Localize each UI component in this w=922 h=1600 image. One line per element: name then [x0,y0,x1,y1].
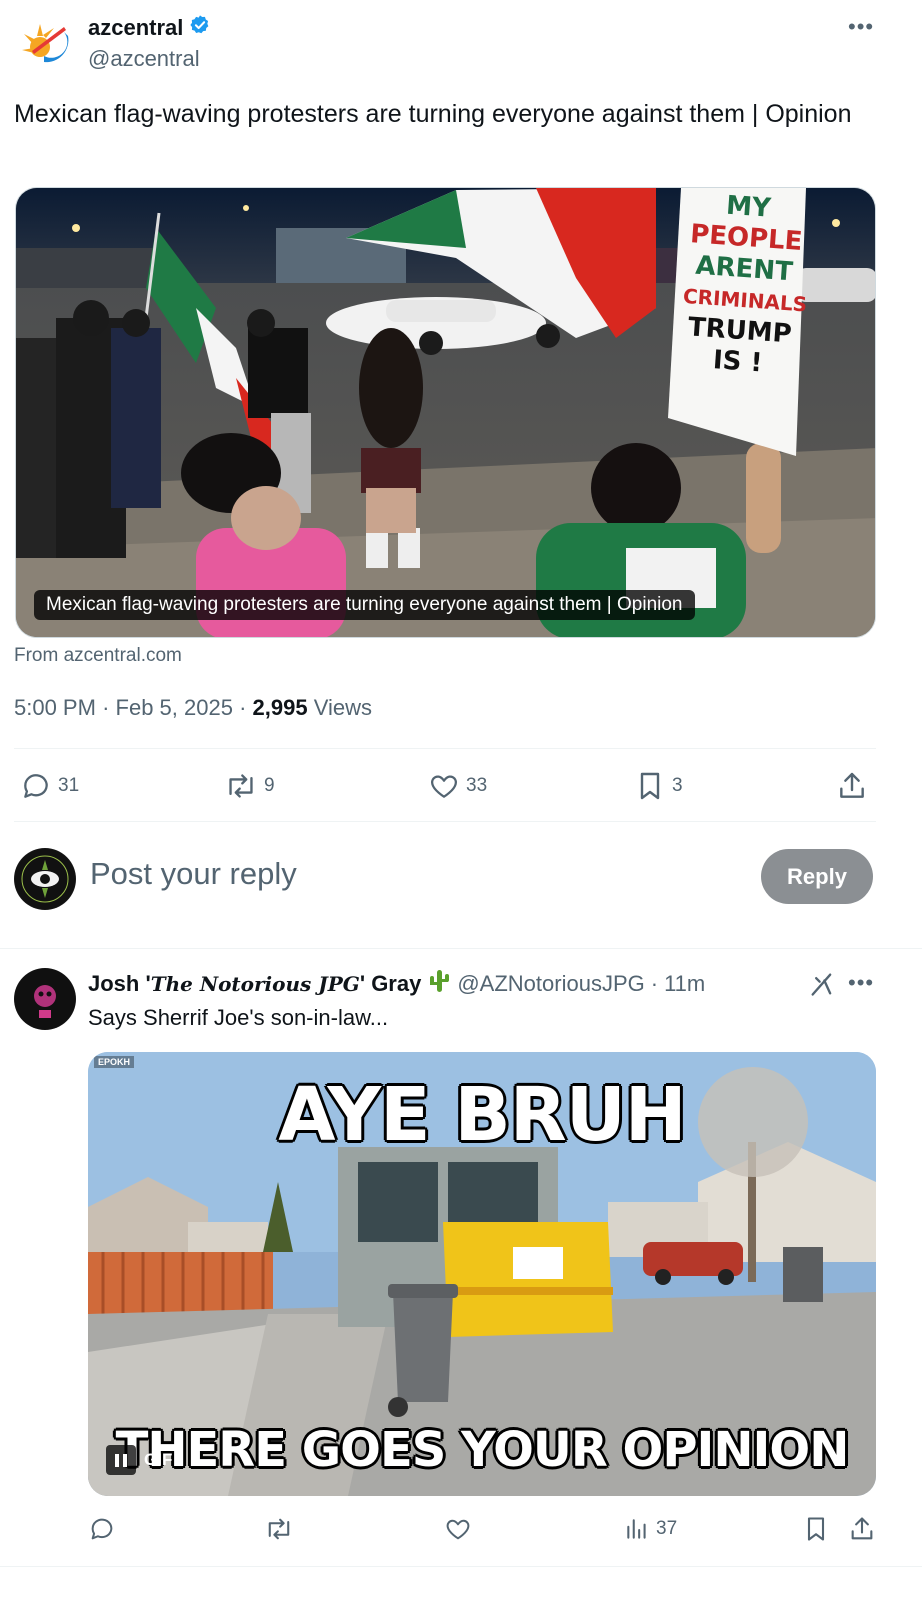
like-action[interactable] [444,1515,472,1543]
pause-icon[interactable] [106,1445,136,1475]
share-action[interactable] [848,1515,876,1543]
bookmark-icon [640,772,660,800]
gif-watermark: EPOKH [94,1056,135,1068]
cactus-icon [427,968,451,1000]
reply-name-fancy: The Notorious JPG [150,972,360,996]
repost-icon [268,1518,290,1540]
meta-separator: · [650,971,659,996]
reply-input[interactable]: Post your reply [90,856,297,892]
reply-icon [91,1518,113,1540]
repost-count: 9 [264,775,275,796]
reply-author-name[interactable]: Josh 'The Notorious JPG' Gray [88,971,421,997]
reply-author-row: Josh 'The Notorious JPG' Gray @AZNotorio… [88,968,705,1000]
bookmark-action[interactable] [802,1515,830,1543]
azcentral-avatar[interactable] [20,16,72,68]
more-options-icon[interactable]: ••• [848,970,874,996]
reply-icon [24,774,48,798]
divider [0,948,922,949]
reply-time[interactable]: 11m [664,971,705,997]
post-text: Mexican flag-waving protesters are turni… [14,100,852,128]
views-action[interactable]: 37 [624,1515,677,1543]
gif-badge: GIF [144,1450,173,1469]
bookmark-icon [807,1517,825,1541]
link-card-image[interactable]: MY PEOPLE ARENT CRIMINALS TRUMP IS ! [15,187,876,638]
heart-icon [446,1519,470,1540]
author-row: azcentral [88,14,211,41]
divider [14,748,876,749]
repost-action[interactable] [264,1515,294,1543]
grok-icon[interactable] [808,970,836,1003]
repost-action[interactable]: 9 [224,770,275,802]
reply-author-handle[interactable]: @AZNotoriousJPG [457,971,644,997]
reply-count: 31 [58,775,80,796]
repost-icon [229,774,253,798]
author-name[interactable]: azcentral [88,15,183,41]
divider [14,821,876,822]
reply-button[interactable]: Reply [761,849,873,904]
reply-action[interactable]: 31 [20,770,79,802]
gif-media[interactable]: EPOKH AYE BRUH THERE GOES YOUR OPINION G… [88,1052,876,1496]
verified-badge-icon [189,14,211,41]
reply-author-avatar[interactable] [14,968,76,1030]
like-count: 33 [466,775,488,796]
gif-controls: GIF [106,1444,172,1476]
share-action[interactable] [836,770,868,802]
share-icon [851,1517,873,1540]
gif-bottom-caption: THERE GOES YOUR OPINION [115,1422,850,1478]
post-date[interactable]: Feb 5, 2025 [116,695,233,720]
gif-top-caption: AYE BRUH [278,1072,687,1158]
author-handle[interactable]: @azcentral [88,46,200,72]
bookmark-count: 3 [672,775,683,796]
post-metadata: 5:00 PM · Feb 5, 2025 · 2,995 Views [14,695,372,721]
reply-action[interactable] [88,1515,116,1543]
analytics-icon [627,1519,646,1539]
like-action[interactable]: 33 [428,770,487,802]
views-count: 2,995 [252,695,308,720]
link-card-source[interactable]: From azcentral.com [14,645,182,667]
share-icon [840,772,864,798]
bookmark-action[interactable]: 3 [634,770,683,802]
reply-name-suffix: ' Gray [359,971,422,996]
link-card-title[interactable]: Mexican flag-waving protesters are turni… [34,590,695,620]
more-options-icon[interactable]: ••• [848,14,874,40]
reply-text: Says Sherrif Joe's son-in-law... [88,1005,389,1030]
post-time[interactable]: 5:00 PM [14,695,96,720]
views-count: 37 [656,1518,678,1539]
views-label: Views [313,695,373,720]
reply-name-prefix: Josh ' [88,971,151,996]
heart-icon [431,775,457,798]
meta-separator: · [102,695,110,720]
my-avatar[interactable] [14,848,76,910]
protest-sign: MY PEOPLE ARENT CRIMINALS TRUMP IS ! [678,188,809,382]
meta-separator: · [239,695,247,720]
divider [0,1566,922,1567]
